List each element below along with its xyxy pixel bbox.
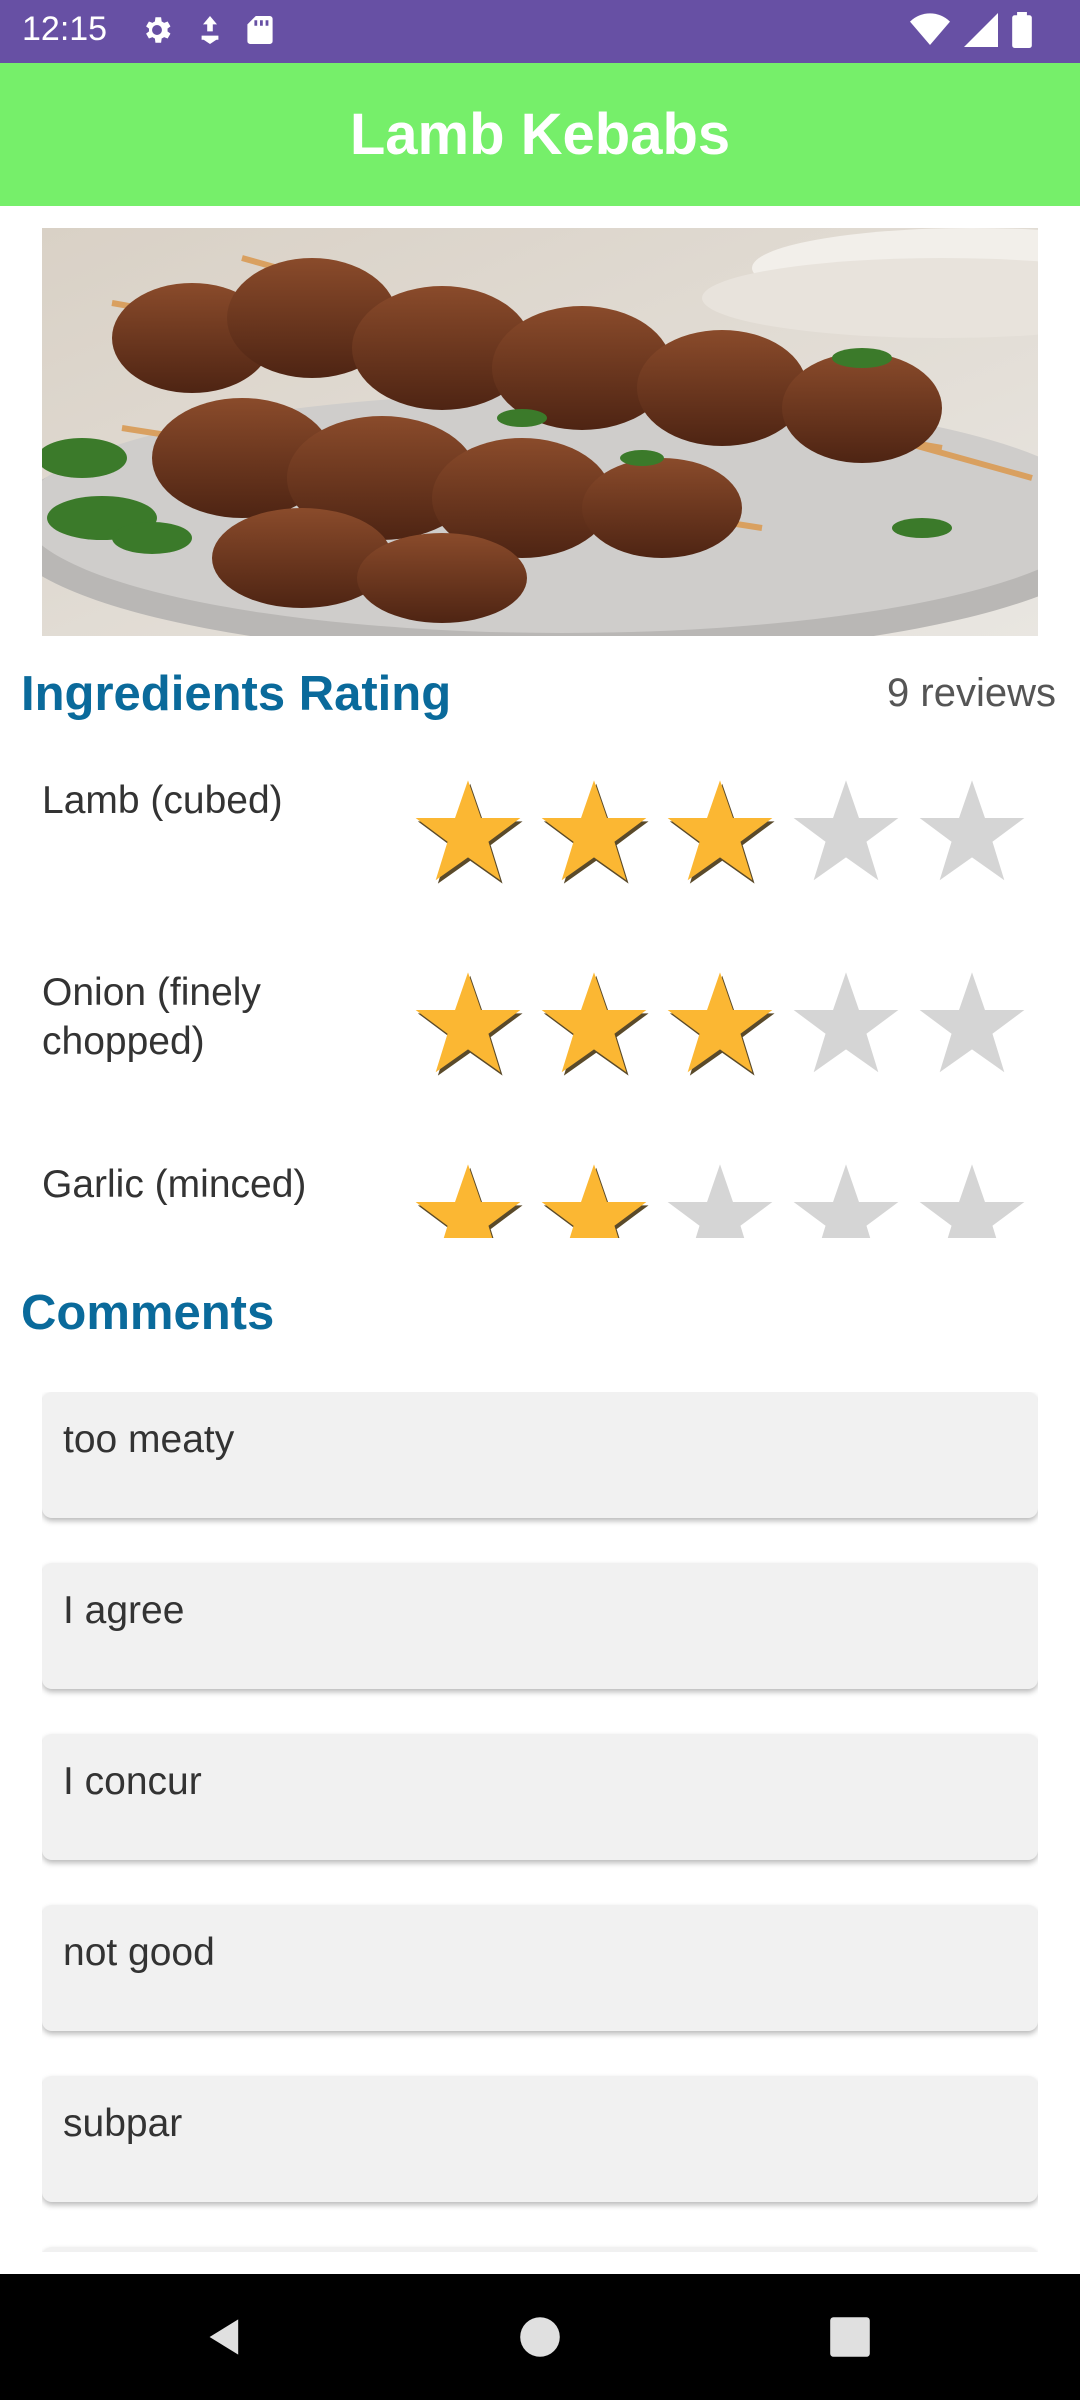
rating-row-garlic: Garlic (minced) [0,1144,1080,1238]
settings-icon [140,13,174,52]
comment-text: I agree [63,1589,185,1632]
star-filled-icon[interactable] [413,968,523,1078]
star-empty-icon[interactable] [917,776,1027,886]
page-title: Lamb Kebabs [349,102,731,167]
battery-icon [1012,11,1032,53]
comment-card[interactable]: I concur [42,1734,1038,1860]
navigation-bar [0,2274,1080,2400]
comment-card[interactable]: too meaty [42,1392,1038,1518]
ratings-title: Ingredients Rating [21,667,452,721]
app-bar: Lamb Kebabs [0,63,1080,206]
back-icon [209,2319,239,2355]
status-bar: 12:15 [0,0,1080,63]
recents-icon [830,2317,870,2357]
comment-card[interactable]: not good [42,1905,1038,2031]
star-filled-icon[interactable] [539,776,649,886]
rating-row-lamb: Lamb (cubed) [0,760,1080,910]
download-icon [196,13,224,52]
star-empty-icon[interactable] [917,1160,1027,1238]
star-filled-icon[interactable] [665,968,775,1078]
ingredient-name: Lamb (cubed) [42,779,283,822]
sd-card-icon [246,13,274,52]
comment-card[interactable] [42,2247,1038,2252]
recents-button[interactable] [790,2274,910,2400]
star-empty-icon[interactable] [791,1160,901,1238]
comment-card[interactable]: I agree [42,1563,1038,1689]
comment-text: not good [63,1931,215,1974]
comment-text: subpar [63,2102,183,2145]
status-time: 12:15 [22,10,108,48]
back-button[interactable] [165,2274,285,2400]
comment-text: too meaty [63,1418,235,1461]
star-empty-icon[interactable] [791,776,901,886]
home-button[interactable] [480,2274,600,2400]
star-empty-icon[interactable] [791,968,901,1078]
star-filled-icon[interactable] [539,968,649,1078]
star-filled-icon[interactable] [413,1160,523,1238]
comments-list[interactable]: too meaty I agree I concur not good subp… [42,1392,1038,2252]
comment-card[interactable]: subpar [42,2076,1038,2202]
signal-icon [964,12,998,52]
star-filled-icon[interactable] [413,776,523,886]
comment-text: I concur [63,1760,202,1803]
star-filled-icon[interactable] [665,776,775,886]
wifi-icon [910,12,950,52]
ingredient-ratings-list[interactable]: Lamb (cubed) Onion (finely chopped) Garl… [0,760,1080,1238]
home-icon [520,2317,560,2357]
recipe-image [42,228,1038,636]
star-filled-icon[interactable] [539,1160,649,1238]
reviews-count: 9 reviews [887,671,1056,715]
ingredient-name: Onion (finely chopped) [42,971,261,1063]
rating-row-onion: Onion (finely chopped) [0,952,1080,1102]
star-empty-icon[interactable] [665,1160,775,1238]
comments-title: Comments [21,1286,275,1340]
star-empty-icon[interactable] [917,968,1027,1078]
ingredient-name: Garlic (minced) [42,1163,307,1206]
